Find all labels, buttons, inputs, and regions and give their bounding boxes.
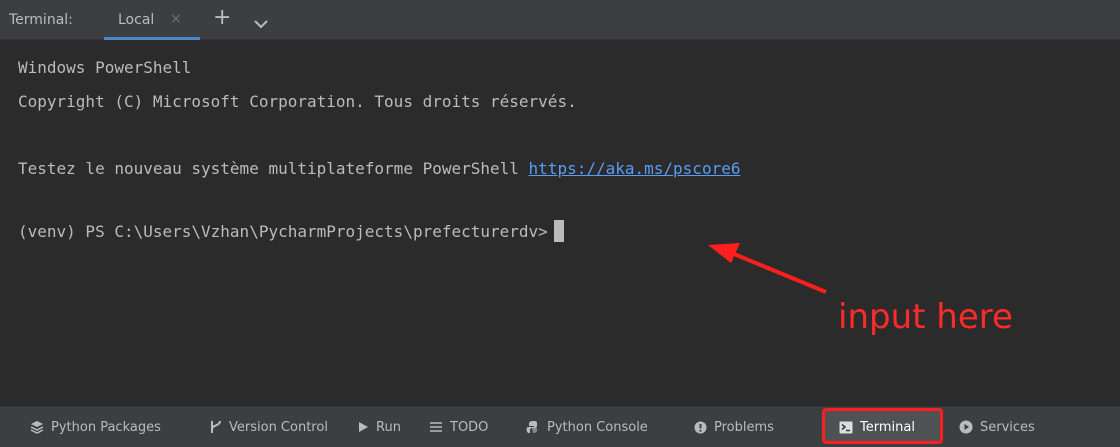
python-icon — [526, 421, 537, 433]
close-icon[interactable]: × — [170, 11, 182, 27]
layers-icon — [30, 421, 44, 434]
annotation-label: input here — [838, 297, 1013, 337]
annotation-arrow — [708, 243, 827, 294]
toolwindow-label: Run — [376, 419, 401, 435]
toolwindow-python-packages[interactable]: Python Packages — [30, 407, 161, 447]
tab-local-label: Local — [118, 12, 155, 28]
toolwindow-label: Version Control — [229, 419, 328, 435]
toolwindow-label: Terminal — [860, 419, 915, 435]
terminal-panel-title: Terminal: — [9, 12, 73, 28]
add-tab-button[interactable]: + — [213, 6, 231, 30]
toolwindow-label: TODO — [450, 419, 489, 435]
toolwindow-terminal[interactable]: Terminal — [839, 407, 915, 447]
list-icon — [430, 422, 442, 432]
terminal-output[interactable]: Windows PowerShell Copyright (C) Microso… — [0, 40, 1120, 406]
warning-icon — [694, 421, 707, 433]
toolwindow-run[interactable]: Run — [358, 407, 401, 447]
tool-window-bar: Python Packages Version Control Run TODO… — [0, 406, 1120, 447]
toolwindow-label: Python Packages — [51, 419, 161, 435]
toolwindow-version-control[interactable]: Version Control — [210, 407, 328, 447]
toolwindow-label: Problems — [714, 419, 774, 435]
toolwindow-problems[interactable]: Problems — [694, 407, 774, 447]
terminal-icon — [839, 421, 853, 433]
toolwindow-label: Python Console — [547, 419, 648, 435]
terminal-tab-bar: Terminal: Local × + — [0, 0, 1120, 40]
toolwindow-python-console[interactable]: Python Console — [526, 407, 648, 447]
vcs-branch-icon — [211, 420, 221, 433]
chevron-down-icon[interactable] — [254, 14, 268, 33]
play-icon — [359, 422, 368, 432]
toolwindow-todo[interactable]: TODO — [429, 407, 488, 447]
toolwindow-label: Services — [980, 419, 1035, 435]
tab-local[interactable]: Local × — [104, 0, 200, 40]
toolwindow-services[interactable]: Services — [959, 407, 1035, 447]
services-icon — [959, 420, 973, 434]
